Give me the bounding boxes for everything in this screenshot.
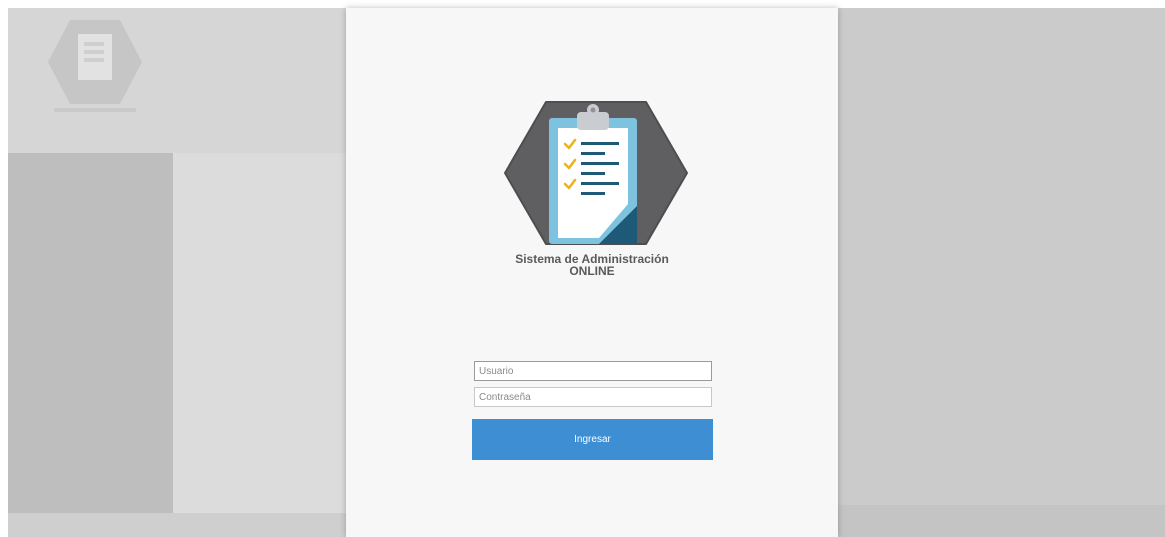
background-app-right (838, 8, 1165, 537)
login-button[interactable]: Ingresar (472, 419, 713, 460)
username-input[interactable] (474, 361, 712, 381)
background-header (8, 8, 346, 153)
clipboard-checklist-icon (504, 101, 688, 245)
login-panel: Sistema de Administración ONLINE Ingresa… (346, 8, 838, 537)
screen: Sistema de Administración ONLINE Ingresa… (0, 0, 1165, 537)
app-subtitle: ONLINE (569, 264, 615, 278)
background-right-footer (838, 505, 1165, 537)
background-sidebar (8, 153, 173, 513)
password-input[interactable] (474, 387, 712, 407)
background-logo-icon (48, 20, 142, 112)
background-app-left (8, 8, 346, 537)
background-footer (8, 513, 346, 537)
